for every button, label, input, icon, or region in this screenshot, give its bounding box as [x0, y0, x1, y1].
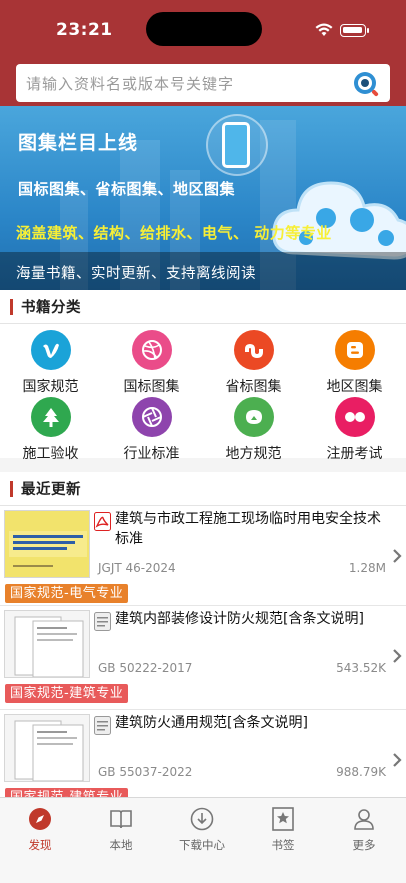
category-item[interactable]: 国标图集: [101, 330, 202, 396]
search-icon[interactable]: [352, 70, 380, 98]
book-cover: [4, 714, 90, 782]
document-icon: [94, 716, 111, 735]
phone-icon: [222, 122, 250, 168]
search-input[interactable]: 请输入资料名或版本号关键字: [26, 73, 234, 94]
section-title: 最近更新: [21, 482, 81, 498]
pdf-icon: [94, 512, 111, 531]
section-header: 最近更新: [0, 472, 406, 506]
tab-label: 更多: [352, 838, 376, 852]
bookmark-icon: [243, 806, 323, 832]
document-icon: [94, 612, 111, 631]
app-screen: 23:21 请输入资料名或版本号关键字 图集栏目上线 国标图集、省标图集、地区图…: [0, 0, 406, 883]
category-item[interactable]: 施工验收: [0, 397, 101, 463]
houzz-icon: [233, 397, 274, 437]
category-item[interactable]: 国家规范: [0, 330, 101, 396]
tab-label: 发现: [28, 838, 52, 852]
section-accent-bar: [10, 298, 13, 315]
blogger-icon: [334, 330, 375, 370]
item-size: 543.52K: [336, 661, 386, 675]
status-time: 23:21: [56, 20, 113, 40]
item-title: 建筑内部装修设计防火规范[含条文说明]: [115, 611, 364, 627]
compass-icon: [0, 806, 80, 832]
book-cover: [4, 510, 90, 578]
tab-bookmarks[interactable]: 书签: [243, 806, 323, 853]
item-title: 建筑防火通用规范[含条文说明]: [115, 715, 308, 731]
dribbble-icon: [131, 330, 172, 370]
battery-icon: [340, 24, 369, 37]
category-item[interactable]: 注册考试: [304, 397, 405, 463]
category-label: 国标图集: [123, 379, 180, 395]
tab-more[interactable]: 更多: [324, 806, 404, 853]
item-title: 建筑与市政工程施工现场临时用电安全技术标准: [115, 511, 381, 547]
category-label: 施工验收: [22, 446, 79, 462]
search-bar[interactable]: 请输入资料名或版本号关键字: [16, 64, 390, 102]
chevron-right-icon[interactable]: [392, 548, 402, 564]
chevron-right-icon[interactable]: [392, 648, 402, 664]
vimeo-icon: [30, 330, 71, 370]
flickr-icon: [334, 397, 375, 437]
chevron-right-icon[interactable]: [392, 752, 402, 768]
banner-footer: 海量书籍、实时更新、支持离线阅读: [0, 252, 406, 290]
item-code: GB 50222-2017: [98, 661, 193, 675]
banner-footer-text: 海量书籍、实时更新、支持离线阅读: [16, 266, 256, 282]
tab-download-center[interactable]: 下载中心: [162, 806, 242, 853]
section-accent-bar: [10, 480, 13, 497]
tab-label: 本地: [109, 838, 133, 852]
category-grid: 国家规范 国标图集 省标图集 地区图集 施工验收 行业标准 地方规范 注册考试: [0, 324, 406, 462]
category-label: 行业标准: [123, 446, 180, 462]
section-title: 书籍分类: [21, 300, 81, 316]
tree-icon: [30, 397, 71, 437]
categories-section: 书籍分类 国家规范 国标图集 省标图集 地区图集 施工验收 行业标准 地方规范 …: [0, 290, 406, 462]
banner-subtitle: 国标图集、省标图集、地区图集: [18, 180, 236, 198]
category-label: 地方规范: [225, 446, 282, 462]
aperture-icon: [131, 397, 172, 437]
tab-local[interactable]: 本地: [81, 806, 161, 853]
tab-discover[interactable]: 发现: [0, 806, 80, 853]
category-item[interactable]: 地方规范: [203, 397, 304, 463]
category-tag: 国家规范-建筑专业: [5, 684, 129, 703]
header: 23:21 请输入资料名或版本号关键字: [0, 0, 406, 106]
category-item[interactable]: 省标图集: [203, 330, 304, 396]
list-item[interactable]: 建筑与市政工程施工现场临时用电安全技术标准 JGJT 46-2024 1.28M…: [0, 506, 406, 606]
promo-banner[interactable]: 图集栏目上线 国标图集、省标图集、地区图集 涵盖建筑、结构、给排水、电气、 动力…: [0, 106, 406, 290]
item-size: 988.79K: [336, 765, 386, 779]
category-label: 注册考试: [326, 446, 383, 462]
list-item[interactable]: 建筑内部装修设计防火规范[含条文说明] GB 50222-2017 543.52…: [0, 606, 406, 710]
category-item[interactable]: 行业标准: [101, 397, 202, 463]
category-label: 国家规范: [22, 379, 79, 395]
category-tag: 国家规范-电气专业: [5, 584, 129, 603]
book-cover: [4, 610, 90, 678]
category-label: 地区图集: [326, 379, 383, 395]
recent-section-header: 最近更新: [0, 472, 406, 506]
item-size: 1.28M: [348, 561, 386, 575]
category-item[interactable]: 地区图集: [304, 330, 405, 396]
stumbleupon-icon: [233, 330, 274, 370]
book-icon: [81, 806, 161, 832]
item-code: JGJT 46-2024: [98, 561, 176, 575]
category-label: 省标图集: [225, 379, 282, 395]
tab-label: 书签: [271, 838, 295, 852]
tab-label: 下载中心: [179, 838, 225, 852]
download-icon: [162, 806, 242, 832]
wifi-icon: [315, 23, 333, 36]
user-icon: [324, 806, 404, 832]
section-header: 书籍分类: [0, 290, 406, 324]
tab-bar: 发现 本地 下载中心 书签 更多: [0, 797, 406, 883]
banner-title: 图集栏目上线: [18, 132, 139, 154]
item-code: GB 55037-2022: [98, 765, 193, 779]
banner-subtitle-highlight: 涵盖建筑、结构、给排水、电气、 动力等专业: [16, 224, 332, 242]
dynamic-island: [146, 12, 262, 46]
